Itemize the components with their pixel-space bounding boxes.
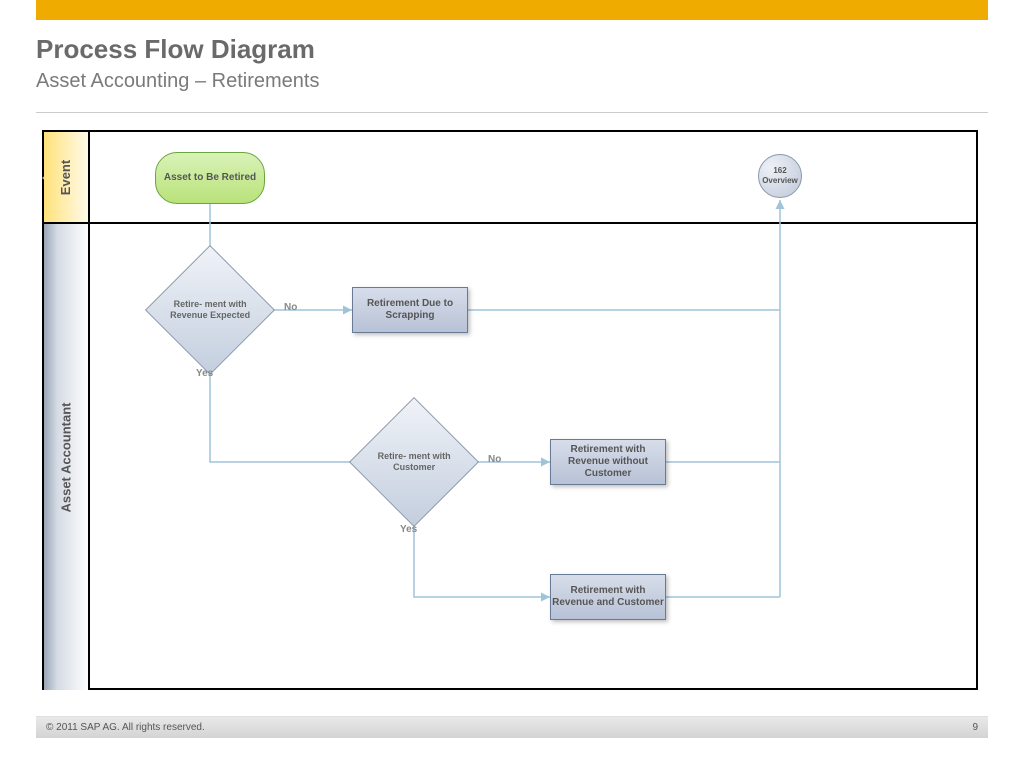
edge-d1-yes: Yes bbox=[196, 368, 213, 379]
accent-bar bbox=[36, 0, 988, 20]
page-subtitle: Asset Accounting – Retirements bbox=[36, 70, 319, 93]
node-start-label: Asset to Be Retired bbox=[164, 172, 256, 184]
footer-page-number: 9 bbox=[972, 722, 978, 733]
swimlane-divider bbox=[90, 222, 978, 224]
node-scrapping-label: Retirement Due to Scrapping bbox=[353, 298, 467, 322]
node-start-event: Asset to Be Retired bbox=[155, 152, 265, 204]
page-title: Process Flow Diagram bbox=[36, 34, 315, 65]
node-revenue-no-customer: Retirement with Revenue without Customer bbox=[550, 439, 666, 485]
footer-bar: © 2011 SAP AG. All rights reserved. 9 bbox=[36, 716, 988, 738]
node-decision-customer-label: Retire- ment with Customer bbox=[369, 451, 459, 473]
swimlane-event: Event bbox=[44, 132, 90, 222]
node-revenue-no-customer-label: Retirement with Revenue without Customer bbox=[551, 444, 665, 480]
connector-layer bbox=[90, 132, 978, 690]
edge-d2-yes: Yes bbox=[400, 524, 417, 535]
swimlane-event-label: Event bbox=[59, 159, 74, 194]
node-overview-label: 162 Overview bbox=[759, 166, 801, 185]
footer-copyright: © 2011 SAP AG. All rights reserved. bbox=[46, 722, 205, 733]
diagram-frame: Event Asset Accountant Asset to Be Retir bbox=[42, 130, 978, 690]
node-revenue-customer-label: Retirement with Revenue and Customer bbox=[551, 585, 665, 609]
node-decision-customer: Retire- ment with Customer bbox=[349, 397, 479, 527]
swimlane-asset-accountant: Asset Accountant bbox=[44, 222, 90, 690]
node-decision-revenue-label: Retire- ment with Revenue Expected bbox=[165, 299, 255, 321]
node-revenue-customer: Retirement with Revenue and Customer bbox=[550, 574, 666, 620]
edge-d1-no: No bbox=[284, 302, 297, 313]
swimlane-asset-label: Asset Accountant bbox=[59, 402, 74, 512]
edge-d2-no: No bbox=[488, 454, 501, 465]
node-scrapping: Retirement Due to Scrapping bbox=[352, 287, 468, 333]
node-overview: 162 Overview bbox=[758, 154, 802, 198]
node-decision-revenue: Retire- ment with Revenue Expected bbox=[145, 245, 275, 375]
header-divider bbox=[36, 112, 988, 113]
